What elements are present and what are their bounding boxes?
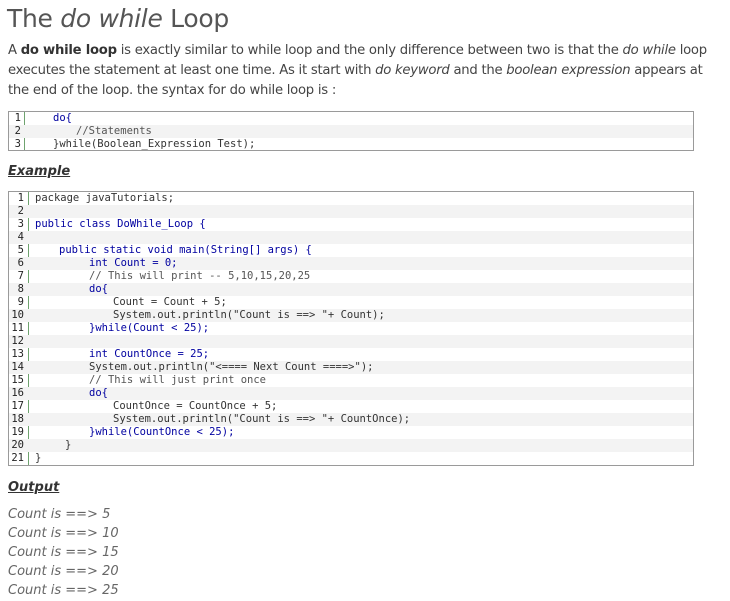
code-text: CountOnce = CountOnce + 5; xyxy=(113,400,278,412)
line-number: 20 xyxy=(11,439,24,451)
code-text: do{ xyxy=(89,387,108,399)
line-number: 15 xyxy=(11,374,24,386)
code-line: 11 }while(Count < 25); xyxy=(9,322,693,335)
line-number: 13 xyxy=(11,348,24,360)
code-line: 19 }while(CountOnce < 25); xyxy=(9,426,693,439)
code-text: package javaTutorials; xyxy=(35,192,175,204)
code-line: 18 System.out.println("Count is ==> "+ Co… xyxy=(9,413,693,426)
code-text: } xyxy=(35,452,42,464)
code-line: 8 do{ xyxy=(9,283,693,296)
page-title: The do while Loop xyxy=(7,4,229,33)
example-lines: 1 package javaTutorials; 2 3 public class Do… xyxy=(9,192,693,465)
output-line: Count is ==> 15 xyxy=(8,545,119,560)
code-line: 21} xyxy=(9,452,693,465)
output-line: Count is ==> 5 xyxy=(8,507,111,522)
syntax-code-block: 1 do{ 2 //Statements 3 }while(Boolean_Ex… xyxy=(8,111,694,151)
code-line: 12 xyxy=(9,335,693,348)
line-number: 1 xyxy=(17,192,24,204)
code-line: 1 do{ xyxy=(9,112,693,125)
code-line: 5 public static void main(String[] args) … xyxy=(9,244,693,257)
intro-bold: do while loop xyxy=(20,43,117,58)
intro-italic: do while xyxy=(622,43,676,58)
code-text: } xyxy=(65,439,72,451)
code-line: 1 package javaTutorials; xyxy=(9,192,693,205)
code-line: 13 int CountOnce = 25; xyxy=(9,348,693,361)
code-text: int Count = 0; xyxy=(89,257,178,269)
code-line: 10 System.out.println("Count is ==> "+ Co… xyxy=(9,309,693,322)
code-line: 15 // This will just print once xyxy=(9,374,693,387)
line-number: 3 xyxy=(14,138,21,150)
code-text: public static void main(String[] args) { xyxy=(59,244,312,256)
line-number: 7 xyxy=(17,270,24,282)
code-line: 6 int Count = 0; xyxy=(9,257,693,270)
line-number: 5 xyxy=(17,244,24,256)
example-code-block: 1 package javaTutorials; 2 3 public class Do… xyxy=(8,191,694,466)
line-number: 14 xyxy=(11,361,24,373)
code-text: }while(Boolean_Expression Test); xyxy=(53,138,256,150)
code-text: System.out.println("Count is ==> "+ Coun… xyxy=(113,413,411,425)
code-text: //Statements xyxy=(76,125,152,137)
output-line: Count is ==> 10 xyxy=(8,526,119,541)
intro-paragraph: A do while loop is exactly similar to wh… xyxy=(8,41,708,101)
code-text: // This will just print once xyxy=(89,374,267,386)
line-number: 2 xyxy=(14,125,21,137)
line-number: 21 xyxy=(11,452,24,464)
code-text: }while(Count < 25); xyxy=(89,322,210,334)
code-text: do{ xyxy=(53,112,72,124)
code-line: 20} xyxy=(9,439,693,452)
code-line: 2 //Statements xyxy=(9,125,693,138)
code-text: System.out.println("Count is ==> "+ Coun… xyxy=(113,309,385,321)
output-heading: Output xyxy=(8,480,60,495)
line-number: 16 xyxy=(11,387,24,399)
code-text: }while(CountOnce < 25); xyxy=(89,426,235,438)
line-number: 6 xyxy=(17,257,24,269)
example-heading: Example xyxy=(8,164,71,179)
title-prefix: The xyxy=(7,4,61,33)
code-text: // This will print -- 5,10,15,20,25 xyxy=(89,270,311,282)
code-line: 14 System.out.println("<==== Next Count =… xyxy=(9,361,693,374)
title-suffix: Loop xyxy=(162,4,229,33)
code-text: public class DoWhile_Loop { xyxy=(35,218,206,230)
code-text: int CountOnce = 25; xyxy=(89,348,210,360)
code-line: 9 Count = Count + 5; xyxy=(9,296,693,309)
output-line: Count is ==> 20 xyxy=(8,564,119,579)
code-line: 17 CountOnce = CountOnce + 5; xyxy=(9,400,693,413)
line-number: 19 xyxy=(11,426,24,438)
line-number: 12 xyxy=(11,335,24,347)
line-number: 3 xyxy=(17,218,24,230)
code-line: 7 // This will print -- 5,10,15,20,25 xyxy=(9,270,693,283)
intro-text: is exactly similar to while loop and the… xyxy=(116,43,623,58)
line-number: 4 xyxy=(17,231,24,243)
code-text: Count = Count + 5; xyxy=(113,296,227,308)
intro-italic: boolean expression xyxy=(506,63,631,78)
code-line: 16 do{ xyxy=(9,387,693,400)
line-number: 9 xyxy=(17,296,24,308)
line-number: 2 xyxy=(17,205,24,217)
line-number: 8 xyxy=(17,283,24,295)
code-text: do{ xyxy=(89,283,108,295)
code-line: 2 xyxy=(9,205,693,218)
line-number: 18 xyxy=(11,413,24,425)
line-number: 10 xyxy=(11,309,24,321)
intro-text: and the xyxy=(449,63,507,78)
title-italic: do while xyxy=(60,4,163,33)
intro-italic: do keyword xyxy=(375,63,450,78)
code-line: 3 public class DoWhile_Loop { xyxy=(9,218,693,231)
code-line: 3 }while(Boolean_Expression Test); xyxy=(9,138,693,151)
intro-text: A xyxy=(8,43,21,58)
output-line: Count is ==> 25 xyxy=(8,583,119,598)
line-number: 11 xyxy=(11,322,24,334)
line-number: 1 xyxy=(14,112,21,124)
code-text: System.out.println("<==== Next Count ===… xyxy=(89,361,374,373)
code-line: 4 xyxy=(9,231,693,244)
line-number: 17 xyxy=(11,400,24,412)
